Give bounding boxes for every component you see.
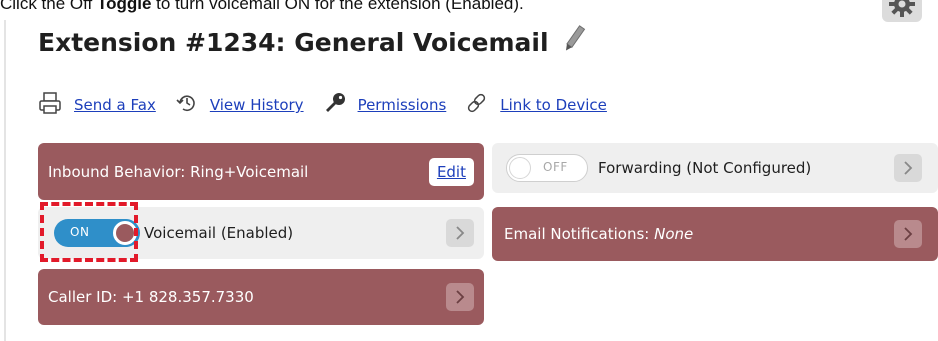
caller-id-card[interactable]: Caller ID: +1 828.357.7330: [38, 269, 484, 325]
voicemail-chevron-right-icon[interactable]: [446, 219, 474, 247]
toggle-state-label: OFF: [543, 160, 568, 174]
inbound-behavior-card: Inbound Behavior: Ring+Voicemail Edit: [38, 143, 484, 200]
divider: [4, 20, 6, 341]
page-title-text: Extension #1234: General Voicemail: [38, 27, 549, 57]
forwarding-chevron-right-icon[interactable]: [894, 154, 922, 182]
fax-icon: [38, 92, 62, 118]
voicemail-card[interactable]: ON Voicemail (Enabled): [38, 207, 484, 259]
email-notifications-value: None: [654, 225, 694, 243]
instruction-text: Click the Off Toggle to turn voicemail O…: [0, 0, 524, 13]
forwarding-card[interactable]: OFF Forwarding (Not Configured): [492, 143, 938, 193]
send-fax-link[interactable]: Send a Fax: [38, 92, 156, 118]
forwarding-label: Forwarding (Not Configured): [598, 159, 812, 177]
voicemail-label: Voicemail (Enabled): [144, 224, 294, 242]
key-icon: [324, 92, 346, 118]
voicemail-toggle[interactable]: ON: [54, 219, 140, 247]
email-notifications-label: Email Notifications:: [504, 225, 655, 243]
gear-icon[interactable]: [882, 0, 922, 22]
forwarding-toggle[interactable]: OFF: [506, 154, 588, 182]
pencil-icon[interactable]: [561, 24, 587, 60]
permissions-link[interactable]: Permissions: [324, 92, 446, 118]
history-icon: [176, 92, 198, 118]
inbound-behavior-label: Inbound Behavior: Ring+Voicemail: [48, 162, 309, 181]
link-icon: [466, 92, 488, 118]
action-links: Send a Fax View History Permissions Link…: [38, 92, 627, 118]
page-title: Extension #1234: General Voicemail: [38, 24, 587, 60]
caller-id-chevron-right-icon[interactable]: [446, 283, 474, 311]
toggle-state-label: ON: [70, 225, 90, 239]
view-history-link[interactable]: View History: [176, 92, 304, 118]
toggle-knob: [113, 221, 137, 245]
caller-id-label: Caller ID: +1 828.357.7330: [48, 288, 254, 306]
email-chevron-right-icon[interactable]: [894, 220, 922, 248]
link-to-device-link[interactable]: Link to Device: [466, 92, 607, 118]
edit-button[interactable]: Edit: [428, 157, 474, 186]
email-notifications-card[interactable]: Email Notifications: None: [492, 207, 938, 261]
toggle-knob: [509, 157, 531, 179]
